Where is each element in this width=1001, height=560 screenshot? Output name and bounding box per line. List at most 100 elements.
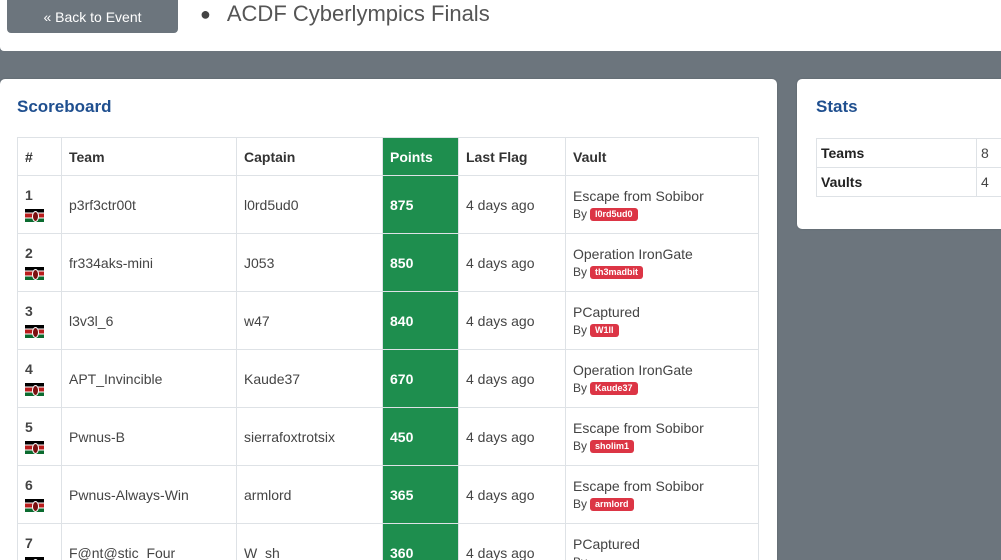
rank-number: 3 [25,303,33,320]
rank-number: 1 [25,187,33,204]
captain-cell: armlord [236,465,383,524]
top-bar: « Back to Event ● ACDF Cyberlympics Fina… [0,0,1001,51]
team-cell: l3v3l_6 [61,291,237,350]
vault-by: By armlord [573,497,751,511]
solver-badge: Kaude37 [590,381,638,395]
captain-cell: w47 [236,291,383,350]
vault-cell: Operation IronGate By th3madbit [565,233,759,292]
vault-by-label: By [573,381,588,395]
vault-name: Escape from Sobibor [573,188,704,204]
vault-by: By W1ll [573,323,751,337]
last-flag-cell: 4 days ago [458,465,566,524]
captain-cell: W_sh [236,523,383,560]
captain-cell: J053 [236,233,383,292]
kenya-flag-icon [25,266,44,280]
rank-cell: 5 [17,407,62,466]
points-cell: 850 [382,233,459,292]
last-flag-cell: 4 days ago [458,175,566,234]
kenya-flag-icon [25,498,44,512]
points-cell: 450 [382,407,459,466]
last-flag-cell: 4 days ago [458,233,566,292]
scoreboard-table: # Team Captain Points Last Flag Vault 1 p… [17,137,759,560]
kenya-flag-icon [25,208,44,222]
rank-number: 7 [25,535,33,552]
team-cell: APT_Invincible [61,349,237,408]
vault-by-label: By [573,207,588,221]
solver-badge: W1ll [590,323,619,337]
vault-header: Vault [565,137,759,176]
last-flag-cell: 4 days ago [458,349,566,408]
kenya-flag-icon [25,440,44,454]
vault-name: Escape from Sobibor [573,420,704,436]
stats-table: Teams 8 Vaults 4 [816,138,1001,197]
captain-header: Captain [236,137,383,176]
last-flag-cell: 4 days ago [458,407,566,466]
vault-name: PCaptured [573,304,640,320]
vault-name: Operation IronGate [573,246,693,262]
rank-cell: 6 [17,465,62,524]
kenya-flag-icon [25,324,44,338]
stats-title: Stats [816,97,858,116]
table-row: 4 APT_Invincible Kaude37 670 4 days ago Opera… [17,349,759,408]
scoreboard-title: Scoreboard [17,97,112,116]
vault-cell: Operation IronGate By Kaude37 [565,349,759,408]
solver-badge: armlord [590,497,634,511]
vault-by: By [573,555,751,560]
stats-row: Vaults 4 [816,167,1001,197]
vault-name: Escape from Sobibor [573,478,704,494]
captain-cell: Kaude37 [236,349,383,408]
captain-cell: sierrafoxtrotsix [236,407,383,466]
stats-card: Stats Teams 8 Vaults 4 [797,79,1001,229]
last-flag-header: Last Flag [458,137,566,176]
vault-by: By l0rd5ud0 [573,207,751,221]
vault-cell: PCaptured By [565,523,759,560]
vault-by: By th3madbit [573,265,751,279]
stats-label: Vaults [816,167,977,197]
rank-cell: 3 [17,291,62,350]
stats-row: Teams 8 [816,138,1001,168]
last-flag-cell: 4 days ago [458,291,566,350]
team-header: Team [61,137,237,176]
vault-by-label: By [573,323,588,337]
team-cell: fr334aks-mini [61,233,237,292]
table-row: 2 fr334aks-mini J053 850 4 days ago Operation… [17,233,759,292]
points-cell: 365 [382,465,459,524]
table-row: 1 p3rf3ctr00t l0rd5ud0 875 4 days ago Escape … [17,175,759,234]
event-title: ACDF Cyberlympics Finals [226,1,490,26]
stats-value: 4 [976,167,1001,197]
vault-name: PCaptured [573,536,640,552]
stats-value: 8 [976,138,1001,168]
table-header-row: # Team Captain Points Last Flag Vault [17,137,759,176]
event-title-row: ● ACDF Cyberlympics Finals [200,0,490,29]
last-flag-cell: 4 days ago [458,523,566,560]
table-row: 5 Pwnus-B sierrafoxtrotsix 450 4 days ago Esc… [17,407,759,466]
kenya-flag-icon [25,556,44,560]
scoreboard-card: Scoreboard # Team Captain Points Last Fl… [0,79,777,560]
rank-cell: 2 [17,233,62,292]
vault-by-label: By [573,555,587,560]
table-row: 6 Pwnus-Always-Win armlord 365 4 days ago Esc… [17,465,759,524]
rank-cell: 7 [17,523,62,560]
team-cell: Pwnus-B [61,407,237,466]
points-cell: 840 [382,291,459,350]
team-cell: p3rf3ctr00t [61,175,237,234]
solver-badge: sholim1 [590,439,635,453]
vault-by-label: By [573,265,588,279]
vault-by-label: By [573,439,588,453]
rank-number: 2 [25,245,33,262]
points-cell: 875 [382,175,459,234]
team-cell: Pwnus-Always-Win [61,465,237,524]
vault-name: Operation IronGate [573,362,693,378]
rank-cell: 4 [17,349,62,408]
back-to-event-button[interactable]: « Back to Event [7,0,178,33]
vault-by: By Kaude37 [573,381,751,395]
kenya-flag-icon [25,382,44,396]
table-row: 7 F@nt@stic_Four W_sh 360 4 days ago PCapture… [17,523,759,560]
vault-by: By sholim1 [573,439,751,453]
vault-cell: Escape from Sobibor By armlord [565,465,759,524]
solver-badge: l0rd5ud0 [590,207,638,221]
rank-number: 6 [25,477,33,494]
vault-cell: PCaptured By W1ll [565,291,759,350]
team-cell: F@nt@stic_Four [61,523,237,560]
rank-number: 5 [25,419,33,436]
